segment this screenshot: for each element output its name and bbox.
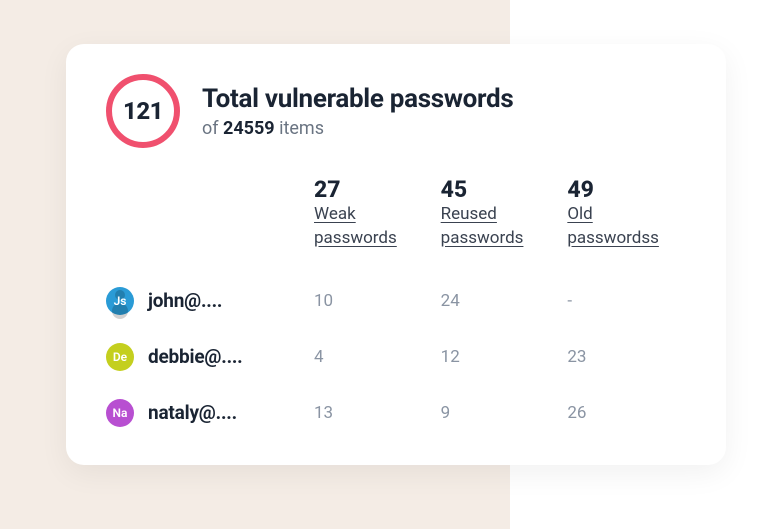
password-stats-grid: 27 Weak passwords 45 Reused passwords 49… xyxy=(106,176,686,441)
user-email: nataly@.... xyxy=(148,401,237,424)
cell-reused: 9 xyxy=(441,385,560,441)
vulnerable-passwords-card: 121 Total vulnerable passwords of 24559 … xyxy=(66,44,726,465)
summary-subtitle: of 24559 items xyxy=(202,118,513,139)
avatar: Na xyxy=(106,399,134,427)
avatar: Js xyxy=(106,287,134,315)
avatar: De xyxy=(106,343,134,371)
avatar-initials: Na xyxy=(113,406,128,420)
cell-old: - xyxy=(567,273,686,329)
reused-count: 45 xyxy=(441,176,560,203)
cell-old: 26 xyxy=(567,385,686,441)
user-row[interactable]: De debbie@.... xyxy=(106,329,306,385)
old-count: 49 xyxy=(567,176,686,203)
cell-reused: 12 xyxy=(441,329,560,385)
cell-old: 23 xyxy=(567,329,686,385)
avatar-initials: Js xyxy=(114,294,127,308)
total-count-value: 121 xyxy=(123,97,163,125)
total-count-ring: 121 xyxy=(106,74,180,148)
user-row[interactable]: Na nataly@.... xyxy=(106,385,306,441)
weak-count: 27 xyxy=(314,176,433,203)
summary-header: 121 Total vulnerable passwords of 24559 … xyxy=(106,74,686,148)
summary-text: Total vulnerable passwords of 24559 item… xyxy=(202,84,513,139)
user-email: debbie@.... xyxy=(148,345,243,368)
column-header-weak: 27 Weak passwords xyxy=(314,176,433,273)
summary-title: Total vulnerable passwords xyxy=(202,84,513,114)
old-passwords-link[interactable]: Old passwordss xyxy=(567,203,677,251)
cell-weak: 13 xyxy=(314,385,433,441)
column-header-old: 49 Old passwordss xyxy=(567,176,686,273)
cell-weak: 4 xyxy=(314,329,433,385)
column-header-reused: 45 Reused passwords xyxy=(441,176,560,273)
summary-total-items: 24559 xyxy=(223,118,275,139)
user-email: john@.... xyxy=(148,289,222,312)
avatar-initials: De xyxy=(113,350,127,364)
cell-weak: 10 xyxy=(314,273,433,329)
reused-passwords-link[interactable]: Reused passwords xyxy=(441,203,551,251)
user-row[interactable]: Js john@.... xyxy=(106,273,306,329)
weak-passwords-link[interactable]: Weak passwords xyxy=(314,203,424,251)
cell-reused: 24 xyxy=(441,273,560,329)
